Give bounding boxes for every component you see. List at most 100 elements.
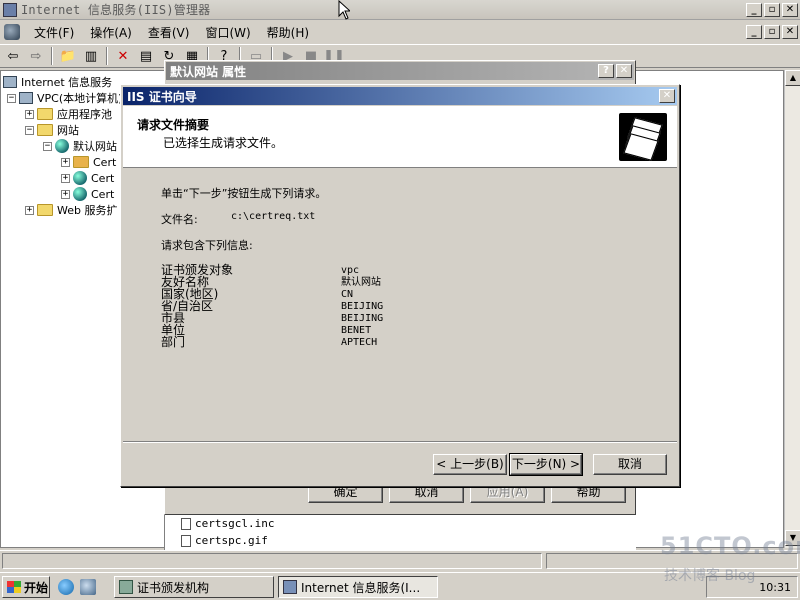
clock[interactable]: 10:31: [759, 581, 791, 594]
tree-item-computer[interactable]: − VPC(本地计算机): [7, 90, 122, 106]
taskbar-item-label: 证书颁发机构: [137, 580, 210, 595]
back-arrow-icon[interactable]: ⇦: [3, 47, 23, 65]
child-restore-button[interactable]: ▫: [764, 25, 780, 39]
tree-item-label: Cert: [93, 155, 117, 169]
iis-manager-icon: [283, 580, 297, 594]
wizard-title: IIS 证书向导: [127, 89, 197, 104]
gear-folder-icon: [73, 156, 89, 168]
tree-item-root[interactable]: Internet 信息服务: [3, 74, 112, 90]
child-close-button[interactable]: ✕: [782, 25, 798, 39]
wizard-subheading: 已选择生成请求文件。: [163, 136, 284, 150]
next-button[interactable]: 下一步(N) >: [509, 453, 583, 476]
info-label: 部门: [161, 335, 186, 349]
watermark-sub: 技术博客 Blog: [664, 568, 756, 584]
folder-icon: [37, 108, 53, 120]
menu-help[interactable]: 帮助(H): [259, 24, 317, 41]
list-item[interactable]: certspc.gif: [181, 534, 268, 547]
certificate-wizard-dialog[interactable]: IIS 证书向导 ✕ 请求文件摘要 已选择生成请求文件。 单击“下一步”按钮生成…: [120, 84, 680, 487]
info-value: CN: [341, 289, 354, 300]
folder-icon: [37, 124, 53, 136]
tree-item-label: Internet 信息服务: [21, 76, 113, 89]
menu-action[interactable]: 操作(A): [82, 24, 140, 41]
show-tree-icon[interactable]: ▥: [81, 47, 101, 65]
up-folder-icon[interactable]: 📁: [58, 47, 78, 65]
tree-item-cert1[interactable]: + Cert: [61, 154, 116, 170]
mmc-quicklaunch-icon[interactable]: [80, 579, 96, 595]
delete-icon[interactable]: ✕: [113, 47, 133, 65]
tree-item-app-pools[interactable]: + 应用程序池: [25, 106, 112, 122]
cancel-button[interactable]: 取消: [593, 454, 667, 475]
iis-root-icon: [3, 76, 17, 88]
file-name: certspc.gif: [195, 534, 268, 547]
menu-file[interactable]: 文件(F): [26, 24, 82, 41]
menu-window[interactable]: 窗口(W): [197, 24, 258, 41]
wizard-header: 请求文件摘要 已选择生成请求文件。: [123, 106, 677, 168]
maximize-button[interactable]: ▫: [764, 2, 780, 17]
expand-icon[interactable]: +: [25, 109, 34, 119]
taskbar-item-iis-manager[interactable]: Internet 信息服务(I...: [278, 576, 438, 598]
cert-authority-icon: [119, 580, 133, 594]
windows-flag-icon: [7, 581, 21, 593]
collapse-icon[interactable]: −: [25, 125, 34, 135]
wizard-instruction: 单击“下一步”按钮生成下列请求。: [161, 187, 327, 200]
tree-item-label: 默认网站: [73, 140, 117, 153]
toolbar-separator: [51, 47, 53, 65]
start-label: 开始: [24, 580, 49, 595]
wizard-heading: 请求文件摘要: [137, 118, 210, 132]
menu-view[interactable]: 查看(V): [140, 24, 198, 41]
tree-item-websites[interactable]: − 网站: [25, 122, 79, 138]
expand-icon[interactable]: +: [25, 205, 34, 215]
certificate-icon: [619, 113, 667, 161]
close-button[interactable]: ✕: [659, 89, 675, 103]
expand-icon[interactable]: +: [61, 173, 70, 183]
tree-item-label: Web 服务扩: [57, 204, 118, 217]
tree-item-cert3[interactable]: + Cert: [61, 186, 114, 202]
internet-explorer-icon[interactable]: [58, 579, 74, 595]
close-button[interactable]: ✕: [782, 2, 798, 17]
minimize-button[interactable]: _: [746, 2, 762, 17]
expand-icon[interactable]: +: [61, 189, 70, 199]
file-name: certsgcl.inc: [195, 517, 275, 530]
tree-item-default-site[interactable]: − 默认网站: [43, 138, 117, 154]
tree-item-cert2[interactable]: + Cert: [61, 170, 114, 186]
back-button[interactable]: < 上一步(B): [433, 454, 507, 475]
taskbar-item-label: Internet 信息服务(I...: [301, 580, 421, 595]
file-name-label: 文件名:: [161, 213, 198, 226]
properties-icon[interactable]: ▤: [136, 47, 156, 65]
tree-item-label: Cert: [91, 187, 115, 201]
wizard-title-bar[interactable]: IIS 证书向导 ✕: [123, 87, 677, 105]
watermark: 51CTO.com: [660, 532, 800, 560]
taskbar-item-cert-authority[interactable]: 证书颁发机构: [114, 576, 274, 598]
expand-icon[interactable]: +: [61, 157, 70, 167]
computer-icon: [19, 92, 33, 104]
mmc-console-icon[interactable]: [4, 24, 20, 40]
forward-arrow-icon[interactable]: ⇨: [26, 47, 46, 65]
child-minimize-button[interactable]: _: [746, 25, 762, 39]
info-value: APTECH: [341, 337, 378, 348]
list-item[interactable]: certsgcl.inc: [181, 517, 274, 530]
help-button[interactable]: ?: [598, 64, 614, 78]
properties-title-bar[interactable]: 默认网站 属性 ? ✕: [166, 62, 634, 80]
mouse-cursor-icon: [338, 0, 350, 20]
collapse-icon[interactable]: −: [43, 141, 52, 151]
file-icon: [181, 517, 191, 530]
file-name-value: c:\certreq.txt: [231, 211, 316, 222]
footer-divider: [123, 442, 677, 443]
vertical-scrollbar[interactable]: ▲ ▼: [784, 70, 800, 548]
close-button[interactable]: ✕: [616, 64, 632, 78]
folder-icon: [37, 204, 53, 216]
scroll-up-icon[interactable]: ▲: [785, 70, 800, 86]
tree-item-label: 应用程序池: [57, 108, 112, 121]
properties-title: 默认网站 属性: [170, 64, 247, 79]
file-list[interactable]: certsgcl.inc certspc.gif: [164, 515, 636, 550]
tree-item-label: 网站: [57, 124, 79, 137]
status-cell: [2, 553, 542, 569]
tree-item-web-ext[interactable]: + Web 服务扩: [25, 202, 117, 218]
start-button[interactable]: 开始: [2, 576, 50, 598]
collapse-icon[interactable]: −: [7, 93, 16, 103]
info-value: BENET: [341, 325, 372, 336]
toolbar-separator: [106, 47, 108, 65]
menu-bar: 文件(F) 操作(A) 查看(V) 窗口(W) 帮助(H) _ ▫ ✕: [0, 21, 800, 43]
main-title-bar[interactable]: Internet 信息服务(IIS)管理器 _ ▫ ✕: [0, 0, 800, 20]
iis-app-icon: [3, 2, 17, 17]
